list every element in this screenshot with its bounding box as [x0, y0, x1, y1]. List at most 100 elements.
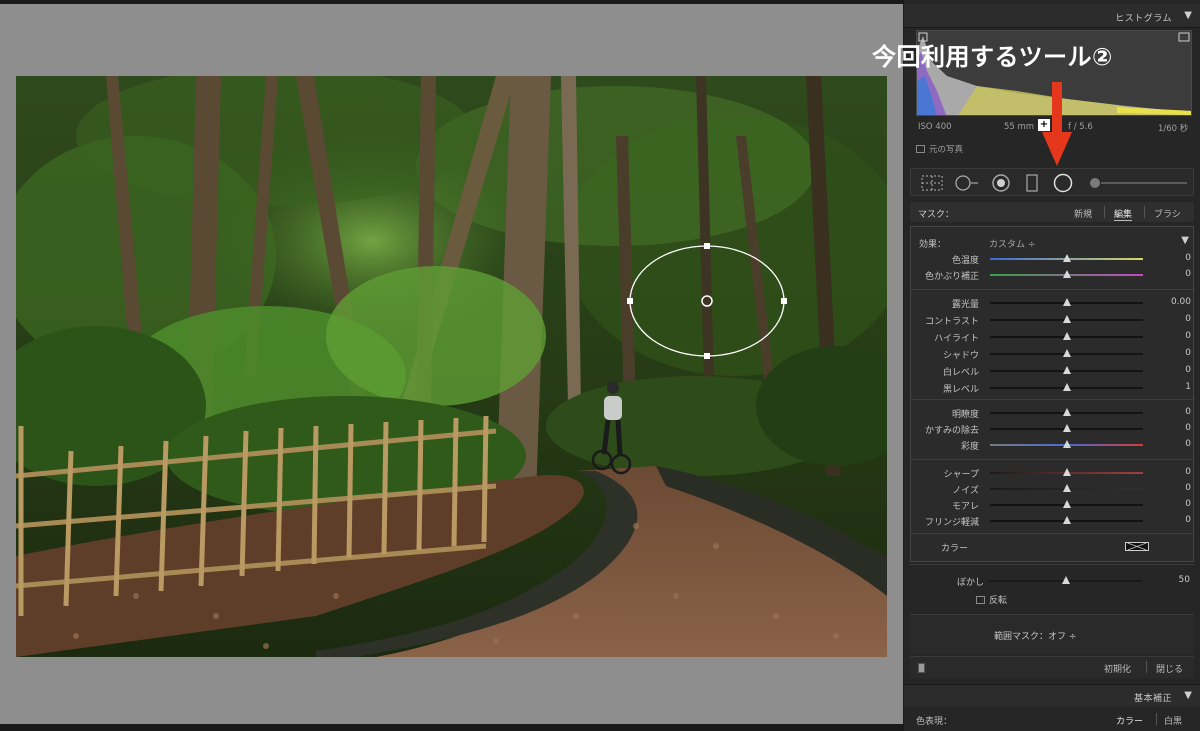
slider-value: 0 — [1185, 331, 1191, 341]
slider-thumb[interactable] — [1062, 440, 1071, 448]
slider-label: フリンジ軽減 — [924, 518, 979, 528]
slider-thumb[interactable] — [1062, 468, 1071, 476]
slider-value: 0 — [1185, 269, 1191, 279]
original-photo-label: 元の写真 — [929, 145, 964, 155]
slider-row[interactable]: コントラスト 0 — [911, 312, 1195, 328]
slider-thumb[interactable] — [1062, 516, 1071, 524]
treatment-color-button[interactable]: カラー — [1116, 714, 1143, 727]
slider-label: 黒レベル — [942, 385, 979, 395]
slider-row[interactable]: フリンジ軽減 0 — [911, 513, 1195, 529]
forest-photo-image — [16, 76, 887, 657]
slider-row[interactable]: モアレ 0 — [911, 497, 1195, 513]
red-eye-icon[interactable] — [989, 173, 1013, 193]
mask-brush-button[interactable]: ブラシ — [1154, 207, 1181, 220]
adjustment-brush-icon[interactable] — [1087, 173, 1191, 193]
group-divider — [911, 459, 1195, 460]
range-mask-dropdown[interactable]: 範囲マスク：オフ ÷ — [994, 629, 1076, 642]
original-photo-toggle[interactable]: 元の写真 — [916, 143, 963, 155]
crop-overlay-icon[interactable] — [919, 173, 945, 193]
slider-label: 露光量 — [951, 300, 979, 310]
slider-label: コントラスト — [925, 317, 979, 327]
slider-value: 0 — [1185, 253, 1191, 263]
annotation-label: 今回利用するツール② — [872, 43, 1113, 71]
treatment-bw-button[interactable]: 白黒 — [1164, 714, 1182, 727]
color-swatch[interactable] — [1125, 542, 1149, 551]
feather-label: ぼかし — [956, 578, 984, 588]
slider-value: 0 — [1185, 314, 1191, 324]
invert-label: 反転 — [989, 596, 1008, 606]
slider-row[interactable]: 白レベル 0 — [911, 363, 1195, 379]
panel-switch-icon[interactable] — [918, 663, 925, 673]
feather-value: 50 — [1178, 575, 1190, 585]
collapse-triangle-icon[interactable]: ▼ — [1184, 10, 1192, 21]
slider-value: 0.00 — [1170, 297, 1191, 307]
treatment-label: 色表現： — [916, 717, 953, 727]
slider-thumb[interactable] — [1062, 270, 1071, 278]
slider-thumb[interactable] — [1062, 424, 1071, 432]
slider-thumb[interactable] — [1062, 298, 1071, 306]
group-divider — [911, 533, 1195, 534]
mask-separator — [1144, 206, 1145, 218]
checkbox-icon[interactable] — [916, 145, 925, 153]
slider-label: 彩度 — [960, 442, 979, 452]
slider-thumb[interactable] — [1062, 366, 1071, 374]
slider-value: 0 — [1185, 515, 1191, 525]
slider-thumb[interactable] — [1062, 383, 1071, 391]
feather-slider-row[interactable]: ぼかし 50 — [910, 573, 1194, 589]
shutter-speed: 1/60 秒 — [1158, 124, 1189, 134]
mask-edit-button[interactable]: 編集 — [1114, 207, 1133, 221]
iso-value: ISO 400 — [918, 122, 952, 132]
mask-row: マスク： 新規 編集 ブラシ — [910, 202, 1194, 222]
slider-row[interactable]: 彩度 0 — [911, 437, 1195, 453]
radial-filter-icon[interactable] — [1051, 173, 1075, 193]
slider-row[interactable]: ハイライト 0 — [911, 329, 1195, 345]
basic-panel-title: 基本補正 — [1133, 694, 1172, 704]
basic-panel-header[interactable]: 基本補正 ▼ — [904, 684, 1200, 706]
slider-value: 0 — [1185, 365, 1191, 375]
slider-row[interactable]: 黒レベル 1 — [911, 380, 1195, 396]
slider-label: ハイライト — [934, 334, 979, 344]
slider-label: シャドウ — [942, 351, 979, 361]
close-button[interactable]: 閉じる — [1156, 662, 1183, 675]
mask-new-button[interactable]: 新規 — [1074, 207, 1092, 220]
slider-thumb[interactable] — [1062, 500, 1071, 508]
slider-row[interactable]: 色かぶり補正 0 — [911, 267, 1195, 283]
graduated-filter-icon[interactable] — [1023, 173, 1041, 193]
collapse-triangle-icon[interactable]: ▼ — [1184, 690, 1192, 701]
slider-row[interactable]: シャープ 0 — [911, 465, 1195, 481]
slider-thumb[interactable] — [1062, 484, 1071, 492]
annotation-arrow-icon — [1042, 82, 1072, 166]
slider-thumb[interactable] — [1062, 254, 1071, 262]
histogram-header[interactable]: ヒストグラム ▼ — [904, 4, 1200, 28]
slider-row[interactable]: 明瞭度 0 — [911, 405, 1195, 421]
checkbox-icon[interactable] — [976, 596, 985, 604]
slider-row[interactable]: シャドウ 0 — [911, 346, 1195, 362]
slider-thumb[interactable] — [1062, 349, 1071, 357]
spot-removal-icon[interactable] — [951, 173, 981, 193]
effect-collapse-icon[interactable]: ▼ — [1181, 235, 1189, 246]
slider-value: 0 — [1185, 407, 1191, 417]
slider-label: 白レベル — [942, 368, 979, 378]
forest-photo[interactable] — [16, 76, 887, 657]
slider-label: 色温度 — [951, 256, 979, 266]
slider-label: シャープ — [943, 470, 979, 480]
color-label: カラー — [941, 544, 969, 554]
slider-label: 色かぶり補正 — [924, 272, 979, 282]
slider-row[interactable]: ノイズ 0 — [911, 481, 1195, 497]
slider-value: 0 — [1185, 439, 1191, 449]
slider-value: 0 — [1185, 423, 1191, 433]
slider-thumb[interactable] — [1062, 408, 1071, 416]
reset-button[interactable]: 初期化 — [1104, 662, 1131, 675]
effect-preset-dropdown[interactable]: カスタム ÷ — [989, 237, 1035, 250]
slider-row[interactable]: 色温度 0 — [911, 251, 1195, 267]
group-divider — [911, 289, 1195, 290]
footer-separator — [1146, 661, 1147, 673]
slider-value: 0 — [1185, 467, 1191, 477]
feather-slider-thumb[interactable] — [1061, 576, 1070, 584]
slider-thumb[interactable] — [1062, 315, 1071, 323]
slider-row[interactable]: 露光量 0.00 — [911, 295, 1195, 311]
slider-row[interactable]: かすみの除去 0 — [911, 421, 1195, 437]
slider-thumb[interactable] — [1062, 332, 1071, 340]
focal-length: 55 mm — [1004, 122, 1035, 132]
invert-toggle[interactable]: 反転 — [976, 593, 1007, 606]
